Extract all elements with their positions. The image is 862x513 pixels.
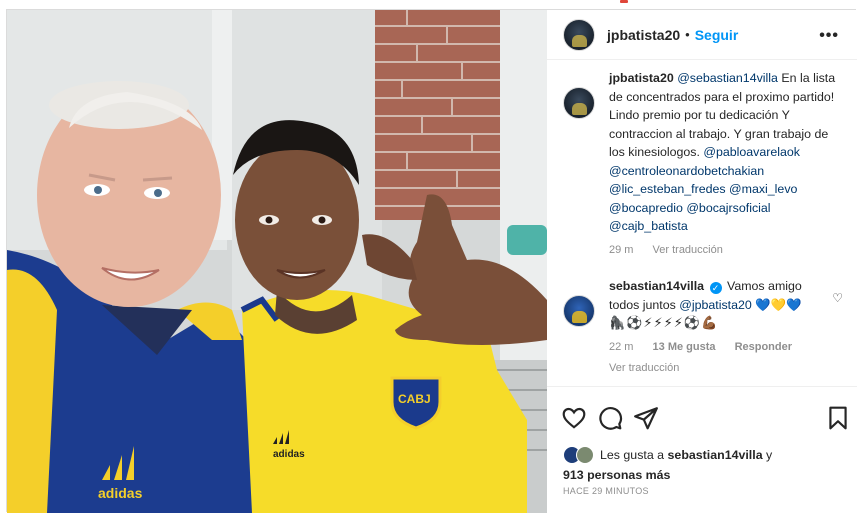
caption-mention-link[interactable]: @pabloavarelaok	[703, 145, 800, 159]
caption-body: jpbatista20 @sebastian14villa En la list…	[609, 69, 843, 259]
caption-text: jpbatista20 @sebastian14villa En la list…	[609, 69, 843, 236]
reply-avatar[interactable]	[563, 295, 595, 327]
svg-text:adidas: adidas	[98, 485, 143, 501]
reply-meta: 22 m 13 Me gusta Responder	[609, 338, 809, 357]
comment-icon[interactable]	[597, 405, 623, 431]
caption-translate-link[interactable]: Ver traducción	[653, 244, 723, 256]
caption-comment: jpbatista20 @sebastian14villa En la list…	[563, 69, 843, 259]
author-avatar[interactable]	[563, 18, 595, 51]
caption-mention-link[interactable]: @sebastian14villa	[677, 71, 778, 85]
caption-time: 29 m	[609, 243, 634, 256]
reply-username[interactable]: sebastian14villa	[609, 279, 704, 293]
likes-others[interactable]: 913 personas más	[563, 468, 670, 482]
header-separator: •	[685, 27, 690, 42]
caption-mention-link[interactable]: @bocapredio	[609, 201, 683, 215]
reply-mention[interactable]: @jpbatista20	[679, 298, 752, 312]
post-actions	[561, 405, 851, 431]
likes-user[interactable]: sebastian14villa	[668, 448, 763, 462]
reply-emojis: 🦍⚽⚡⚡⚡⚡⚽💪🏾	[609, 315, 719, 330]
likes-summary: Les gusta a sebastian14villa y 913 perso…	[563, 446, 853, 482]
reply-likes-count[interactable]: 13 Me gusta	[653, 341, 716, 353]
likes-prefix: Les gusta a	[600, 448, 665, 462]
post-timestamp[interactable]: HACE 29 MINUTOS	[563, 486, 649, 496]
reply-hearts: 💙💛💙	[755, 297, 802, 312]
svg-text:CABJ: CABJ	[398, 392, 431, 406]
caption-message: @sebastian14villa En la lista de concent…	[609, 71, 835, 233]
caption-mention-link[interactable]: @lic_esteban_fredes	[609, 182, 726, 196]
reply-button[interactable]: Responder	[735, 341, 792, 353]
top-red-mark	[620, 0, 628, 3]
post-side-panel: jpbatista20 • Seguir ••• jpbatista20 @se…	[547, 10, 857, 513]
caption-mention-link[interactable]: @centroleonardobetchakian	[609, 164, 764, 178]
like-comment-heart-icon[interactable]: ♡	[832, 291, 843, 305]
caption-meta: 29 m Ver traducción	[609, 241, 843, 260]
likes-suffix: y	[766, 448, 773, 462]
like-heart-icon[interactable]	[561, 405, 587, 431]
caption-username[interactable]: jpbatista20	[609, 71, 674, 85]
caption-mention-link[interactable]: @maxi_levo	[729, 182, 797, 196]
selfie-illustration: adidas CABJ adidas	[7, 10, 547, 513]
post-header: jpbatista20 • Seguir •••	[547, 10, 857, 60]
reply-body: sebastian14villa ✓ Vamos amigo todos jun…	[609, 277, 809, 378]
save-bookmark-icon[interactable]	[825, 405, 851, 431]
follow-button[interactable]: Seguir	[695, 27, 739, 43]
author-username[interactable]: jpbatista20	[607, 27, 680, 43]
caption-avatar[interactable]	[563, 87, 595, 119]
liker-avatar[interactable]	[576, 446, 594, 464]
more-options-icon[interactable]: •••	[819, 27, 839, 45]
instagram-post-modal: adidas CABJ adidas jpbatista20 • Seguir …	[6, 9, 857, 513]
svg-text:adidas: adidas	[273, 449, 305, 460]
verified-badge-icon: ✓	[709, 282, 722, 294]
reply-text: sebastian14villa ✓ Vamos amigo todos jun…	[609, 277, 809, 314]
reply-time: 22 m	[609, 340, 634, 353]
post-photo[interactable]: adidas CABJ adidas	[7, 10, 547, 513]
reply-comment: sebastian14villa ✓ Vamos amigo todos jun…	[563, 277, 843, 378]
share-send-icon[interactable]	[633, 405, 659, 431]
caption-mention-link[interactable]: @bocajrsoficial	[686, 201, 770, 215]
reply-translate-link[interactable]: Ver traducción	[609, 359, 809, 378]
caption-mention-link[interactable]: @cajb_batista	[609, 219, 688, 233]
comments-section[interactable]: jpbatista20 @sebastian14villa En la list…	[547, 61, 857, 387]
